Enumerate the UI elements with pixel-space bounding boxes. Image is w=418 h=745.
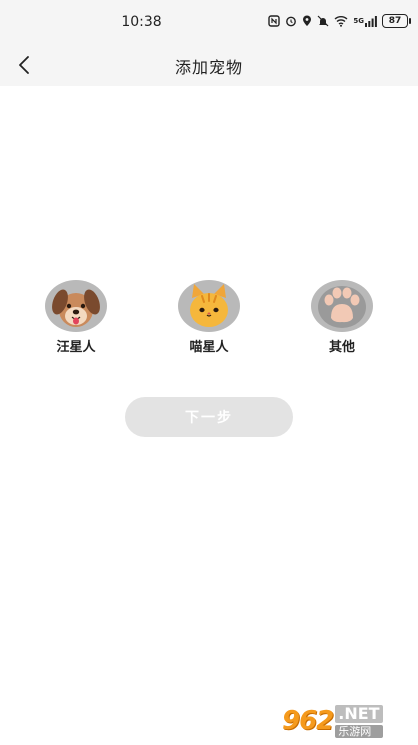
nav-bar: 添加宠物 xyxy=(0,44,418,86)
pet-label-other: 其他 xyxy=(328,340,355,355)
watermark-text: .NET 乐游网 xyxy=(335,704,383,738)
status-bar: 10:38 5G 87 xyxy=(0,0,418,44)
pet-type-list: 汪星人 喵星人 其他 xyxy=(0,280,418,360)
watermark-sub: 乐游网 xyxy=(335,724,383,738)
nfc-icon xyxy=(268,15,281,27)
battery-indicator: 87 xyxy=(382,14,411,28)
wifi-icon xyxy=(334,15,348,27)
pet-label-cat: 喵星人 xyxy=(189,340,229,355)
page-title: 添加宠物 xyxy=(174,58,243,77)
watermark-net: .NET xyxy=(335,704,383,723)
battery-level: 87 xyxy=(388,16,402,26)
mute-icon xyxy=(317,15,329,27)
pet-option-other[interactable]: 其他 xyxy=(297,280,387,355)
next-step-button[interactable]: 下一步 xyxy=(125,397,293,437)
status-icons: 5G 87 xyxy=(268,14,411,28)
pet-option-cat[interactable]: 喵星人 xyxy=(164,280,254,355)
pet-label-dog: 汪星人 xyxy=(56,340,96,355)
paw-icon xyxy=(311,280,373,332)
dog-icon xyxy=(45,280,107,332)
cat-icon xyxy=(178,280,240,332)
location-icon xyxy=(302,15,312,27)
status-time: 10:38 xyxy=(121,14,162,30)
site-watermark: 962 .NET 乐游网 xyxy=(282,701,412,741)
signal-icon: 5G xyxy=(353,15,377,27)
network-type-label: 5G xyxy=(353,17,364,25)
alarm-icon xyxy=(285,15,297,27)
watermark-logo: 962 xyxy=(282,706,334,736)
pet-option-dog[interactable]: 汪星人 xyxy=(31,280,121,355)
